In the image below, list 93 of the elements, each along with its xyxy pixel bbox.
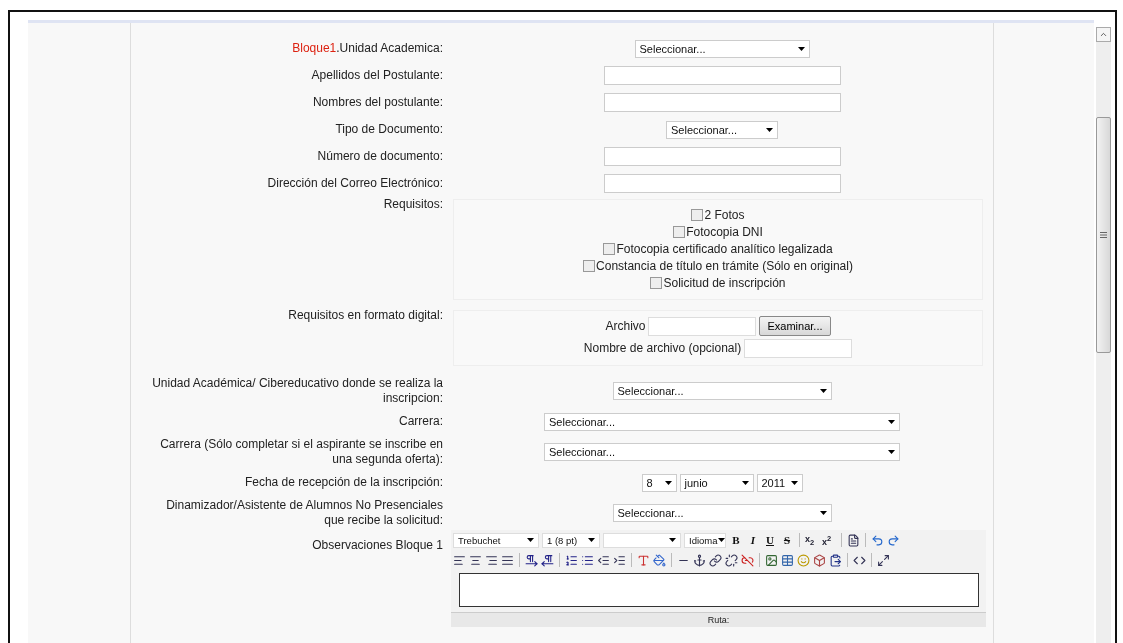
paste-word-icon[interactable]: [847, 533, 860, 547]
align-right-icon[interactable]: [485, 553, 498, 567]
outdent-icon[interactable]: [597, 553, 610, 567]
select-dropdown[interactable]: Seleccionar...: [544, 443, 900, 461]
toolbar-select[interactable]: 1 (8 pt): [542, 532, 600, 548]
field-label: Nombres del postulante:: [312, 95, 443, 109]
checkbox[interactable]: [583, 259, 596, 272]
file-input[interactable]: [648, 316, 757, 336]
caret-icon: [527, 538, 534, 542]
select-dropdown[interactable]: Seleccionar...: [666, 120, 778, 139]
unlink-icon[interactable]: [725, 553, 738, 567]
field-label: Fecha de recepción de la inscripción:: [244, 475, 443, 489]
caret-icon: [669, 538, 676, 542]
checkbox-option[interactable]: Fotocopia certificado analítico legalizada: [603, 240, 833, 257]
script-button[interactable]: x$^{2}$: [822, 533, 836, 547]
caret-icon: [797, 46, 805, 51]
pilcrow-icon[interactable]: [541, 553, 554, 567]
toolbar-select[interactable]: Trebuchet: [453, 532, 539, 548]
caret-icon: [790, 480, 798, 485]
grip-icon: [1100, 232, 1107, 238]
field-label: Observaciones Bloque 1: [312, 538, 443, 552]
numbered-list-icon[interactable]: [565, 553, 578, 567]
anchor-icon[interactable]: [693, 553, 706, 567]
field-label: Tipo de Documento:: [335, 122, 443, 136]
field-label: Unidad Académica/ Cibereducativo donde se realiza la inscripcion:: [152, 376, 443, 405]
caret-icon: [888, 450, 895, 454]
field-label: Carrera:: [399, 414, 443, 428]
field-label: Número de documento:: [317, 149, 443, 163]
box-icon[interactable]: [813, 553, 826, 567]
format-button[interactable]: S: [780, 534, 794, 546]
field-label: Carrera (Sólo completar si el aspirante se inscribe en una segunda oferta):: [160, 437, 443, 466]
filename-input[interactable]: [744, 338, 853, 358]
pilcrow-icon[interactable]: [525, 553, 538, 567]
format-button[interactable]: B: [729, 534, 743, 546]
editor-status-bar: Ruta:: [451, 612, 986, 627]
script-button[interactable]: x$_{2}$: [805, 533, 819, 547]
caret-icon: [664, 480, 672, 485]
select-dropdown[interactable]: Seleccionar...: [634, 39, 810, 58]
caret-icon: [766, 127, 773, 132]
align-left-icon[interactable]: [453, 553, 466, 567]
paint-bucket-icon[interactable]: [653, 553, 666, 567]
select-dropdown[interactable]: Seleccionar...: [612, 504, 832, 522]
field-label: Apellidos del Postulante:: [311, 68, 443, 82]
checkbox-option[interactable]: 2 Fotos: [691, 206, 745, 223]
caret-icon: [741, 480, 749, 485]
field-label: Bloque1.Unidad Academica:: [292, 41, 443, 55]
day-select[interactable]: 8: [641, 473, 677, 492]
indent-icon[interactable]: [613, 553, 626, 567]
filename-label: Nombre de archivo (opcional): [583, 341, 742, 355]
align-justify-icon[interactable]: [501, 553, 514, 567]
link-icon[interactable]: [709, 553, 722, 567]
text-color-icon[interactable]: [637, 553, 650, 567]
text-input[interactable]: [603, 93, 841, 112]
select-dropdown[interactable]: Seleccionar...: [612, 382, 832, 400]
caret-icon: [819, 389, 827, 393]
redo-icon[interactable]: [887, 533, 900, 547]
image-icon[interactable]: [765, 553, 778, 567]
align-center-icon[interactable]: [469, 553, 482, 567]
toolbar-select[interactable]: Idioma: [684, 532, 726, 548]
format-button[interactable]: I: [746, 534, 760, 546]
scroll-up-icon[interactable]: [1099, 30, 1108, 39]
checkbox[interactable]: [650, 276, 663, 289]
checkbox-option[interactable]: Constancia de título en trámite (Sólo en original): [583, 257, 853, 274]
checkbox[interactable]: [673, 225, 686, 238]
field-label: Requisitos:: [383, 197, 443, 211]
field-label: Dirección del Correo Electrónico:: [267, 176, 443, 190]
bullet-list-icon[interactable]: [581, 553, 594, 567]
browse-button[interactable]: Examinar...: [759, 316, 831, 336]
caret-icon: [717, 538, 725, 542]
field-label: Dinamizador/Asistente de Alumnos No Presenciales que recibe la solicitud:: [166, 498, 443, 527]
select-dropdown[interactable]: Seleccionar...: [544, 412, 900, 431]
caret-icon: [888, 419, 895, 424]
text-input[interactable]: [603, 147, 841, 166]
editor-textarea[interactable]: [459, 573, 979, 607]
field-label: Requisitos en formato digital:: [288, 308, 443, 322]
checkbox[interactable]: [691, 208, 704, 221]
caret-icon: [819, 511, 827, 515]
checkbox-option[interactable]: Fotocopia DNI: [673, 223, 763, 240]
undo-icon[interactable]: [871, 533, 884, 547]
no-link-icon[interactable]: [741, 553, 754, 567]
month-select[interactable]: junio: [679, 473, 754, 492]
text-input[interactable]: [603, 66, 841, 85]
checkbox[interactable]: [603, 242, 616, 255]
clipboard-icon[interactable]: [829, 553, 842, 567]
format-button[interactable]: U: [763, 534, 777, 546]
year-select[interactable]: 2011: [756, 473, 803, 492]
table-icon[interactable]: [781, 553, 794, 567]
fullscreen-icon[interactable]: [877, 553, 890, 567]
caret-icon: [588, 538, 595, 542]
checkbox-option[interactable]: Solicitud de inscripción: [650, 274, 786, 291]
file-label: Archivo: [605, 319, 646, 333]
scrollbar[interactable]: [1096, 27, 1111, 643]
text-input[interactable]: [603, 174, 841, 193]
